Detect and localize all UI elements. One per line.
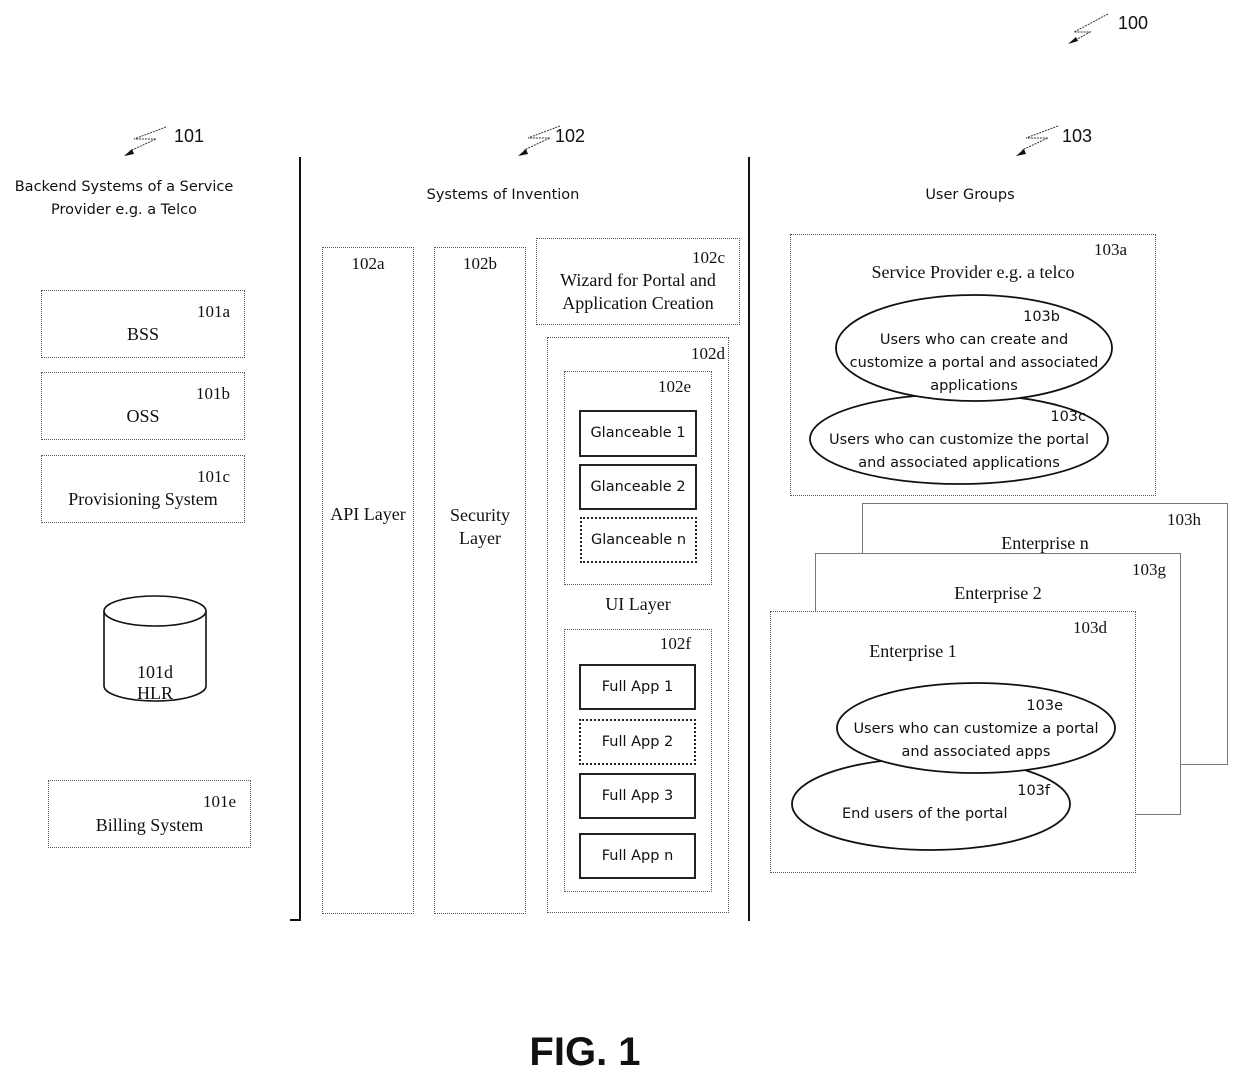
full-app-3: Full App 3 [579, 773, 696, 819]
bss-label: BSS [126, 324, 160, 344]
user-groups-ref-number: 103 [1062, 126, 1093, 146]
ref-label: 101b [196, 384, 230, 403]
group-ref: 103e [1026, 698, 1063, 714]
enterprise-2-label: Enterprise 2 [954, 583, 1042, 603]
ref-label: 102b [463, 254, 497, 273]
group-103c-text: 103c Users who can customize the portal … [808, 406, 1110, 475]
ref-arrow-icon-103 [1016, 125, 1059, 156]
enterprise-n-label: Enterprise n [1001, 533, 1089, 553]
security-line2: Layer [459, 528, 501, 548]
api-layer-box: 102a API Layer [322, 247, 414, 914]
group-103e-text: 103e Users who can customize a portal an… [835, 695, 1117, 764]
ref-label: 103h [1167, 510, 1201, 529]
ref-label: 101c [196, 467, 230, 486]
glanceable-1: Glanceable 1 [579, 410, 697, 457]
ref-label: 103g [1132, 560, 1166, 579]
provisioning-label: Provisioning System [68, 489, 218, 509]
group-line2: customize a portal and associated [849, 355, 1099, 371]
group-103b-text: 103b Users who can create and customize … [834, 306, 1114, 398]
full-app-2: Full App 2 [579, 719, 696, 765]
group-103f-text: 103f End users of the portal [790, 780, 1072, 826]
wizard-label: Wizard for Portal and Application Creati… [537, 269, 739, 315]
backend-title-line1: Backend Systems of a Service [14, 179, 234, 195]
invention-title: Systems of Invention [426, 187, 580, 203]
enterprise-1-label: Enterprise 1 [869, 641, 957, 661]
backend-ref-number: 101 [174, 126, 205, 146]
group-line1: Users who can customize a portal [853, 721, 1099, 737]
group-line2: and associated applications [858, 455, 1060, 471]
ref-label: 102e [657, 377, 691, 396]
backend-provisioning-box: 101c Provisioning System [41, 455, 245, 523]
billing-label: Billing System [95, 815, 204, 835]
ref-arrow-icon-100 [1068, 13, 1109, 44]
backend-billing-box: 101e Billing System [48, 780, 251, 848]
hlr-ref: 101d [137, 662, 173, 682]
ref-arrow-icon-101 [124, 126, 167, 156]
backend-title: Backend Systems of a Service Provider e.… [0, 176, 248, 222]
divider-right [748, 157, 750, 921]
oss-label: OSS [126, 406, 160, 426]
group-ref: 103b [1023, 309, 1060, 325]
backend-oss-box: 101b OSS [41, 372, 245, 440]
group-ref: 103c [1050, 409, 1086, 425]
group-line3: applications [930, 378, 1018, 394]
ref-label: 102c [691, 248, 725, 267]
ref-label: 103a [1093, 240, 1127, 259]
security-layer-label: Security Layer [435, 504, 525, 550]
wizard-line2: Application Creation [562, 293, 714, 313]
ref-label: 101e [202, 792, 236, 811]
invention-ref-number: 102 [555, 126, 586, 146]
ref-label: 103d [1073, 618, 1107, 637]
service-provider-label: Service Provider e.g. a telco [871, 262, 1075, 282]
ref-label: 102a [351, 254, 385, 273]
hlr-label: 101d HLR [102, 662, 208, 704]
group-line1: Users who can create and [879, 332, 1069, 348]
group-line2: and associated apps [901, 744, 1051, 760]
hlr-name: HLR [137, 683, 173, 703]
group-line1: End users of the portal [842, 806, 1008, 822]
figure-caption: FIG. 1 [529, 1030, 641, 1074]
wizard-line1: Wizard for Portal and [560, 270, 716, 290]
glanceable-2: Glanceable 2 [579, 464, 697, 510]
wizard-box: 102c Wizard for Portal and Application C… [536, 238, 740, 325]
group-line1: Users who can customize the portal [828, 432, 1089, 448]
full-app-n: Full App n [579, 833, 696, 879]
security-line1: Security [450, 505, 510, 525]
divider-left [299, 157, 301, 921]
backend-bss-box: 101a BSS [41, 290, 245, 358]
ref-label: 101a [196, 302, 230, 321]
ref-label: 102d [691, 344, 725, 363]
security-layer-box: 102b Security Layer [434, 247, 526, 914]
api-layer-label: API Layer [330, 504, 406, 524]
group-ref: 103f [1017, 783, 1050, 799]
user-groups-title: User Groups [925, 187, 1015, 203]
ui-layer-label: UI Layer [605, 594, 671, 614]
divider-left-foot [290, 919, 301, 921]
figure-ref-number: 100 [1118, 13, 1149, 33]
ref-label: 102f [659, 634, 691, 653]
backend-title-line2: Provider e.g. a Telco [51, 202, 197, 218]
full-app-1: Full App 1 [579, 664, 696, 710]
glanceable-n: Glanceable n [580, 517, 697, 563]
